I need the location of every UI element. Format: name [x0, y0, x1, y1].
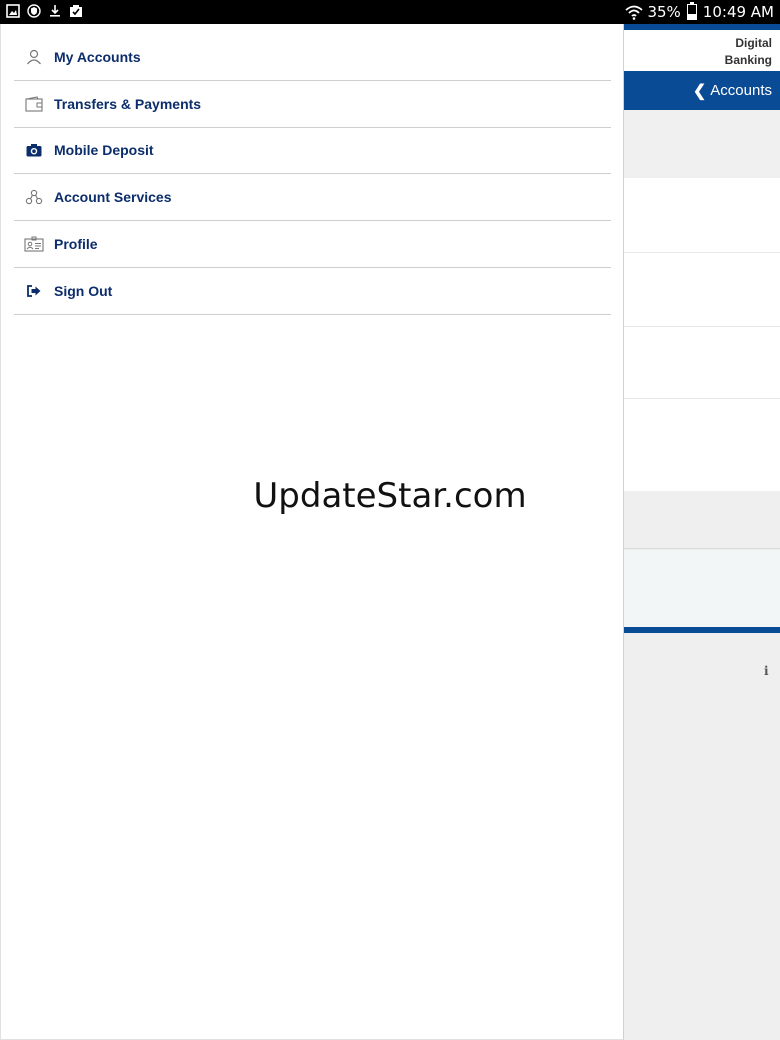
menu-item-label: Mobile Deposit [54, 142, 154, 159]
menu-item-transfers-payments[interactable]: Transfers & Payments [14, 81, 611, 128]
brand-label: Digital Banking [624, 30, 780, 71]
info-icon[interactable]: i [764, 664, 769, 678]
summary-panel [624, 110, 780, 178]
id-card-icon [24, 234, 44, 254]
back-button[interactable]: ❮ Accounts [624, 71, 780, 110]
drawer-menu: My Accounts Transfers & Payments Mobile … [14, 34, 611, 315]
services-icon [24, 187, 44, 207]
account-row[interactable] [624, 253, 780, 327]
download-icon [50, 5, 60, 17]
brand-line-2: Banking [724, 53, 772, 67]
account-row[interactable] [624, 327, 780, 399]
status-bar: 35% 10:49 AM [0, 0, 780, 24]
sign-out-icon [24, 281, 44, 301]
promo-panel [624, 550, 780, 627]
section-accent-bar [624, 627, 780, 633]
menu-item-profile[interactable]: Profile [14, 221, 611, 268]
battery-percent: 35% [647, 3, 681, 21]
menu-item-label: Sign Out [54, 282, 113, 299]
menu-item-sign-out[interactable]: Sign Out [14, 268, 611, 315]
menu-item-label: Profile [54, 236, 98, 253]
chevron-left-icon: ❮ [692, 82, 707, 100]
shield-icon [27, 4, 41, 18]
menu-item-label: Transfers & Payments [54, 95, 202, 112]
notification-icons [6, 4, 83, 18]
menu-item-mobile-deposit[interactable]: Mobile Deposit [14, 128, 611, 175]
menu-item-account-services[interactable]: Account Services [14, 174, 611, 222]
account-row[interactable] [624, 178, 780, 253]
system-status: 35% 10:49 AM [625, 2, 774, 21]
menu-item-my-accounts[interactable]: My Accounts [14, 34, 611, 81]
clock: 10:49 AM [702, 3, 774, 21]
watermark: UpdateStar.com [253, 476, 527, 516]
wifi-icon [625, 5, 644, 20]
image-icon [6, 4, 20, 18]
clipboard-check-icon [70, 5, 82, 17]
battery-level-fill [687, 14, 696, 19]
navigation-drawer: My Accounts Transfers & Payments Mobile … [0, 24, 624, 1040]
menu-item-label: Account Services [54, 189, 172, 206]
menu-item-label: My Accounts [54, 48, 141, 65]
camera-icon [24, 140, 44, 160]
back-button-label: Accounts [710, 82, 772, 99]
wallet-icon [24, 94, 44, 114]
battery-icon [686, 2, 697, 20]
user-icon [24, 47, 44, 67]
brand-line-1: Digital [735, 36, 772, 50]
